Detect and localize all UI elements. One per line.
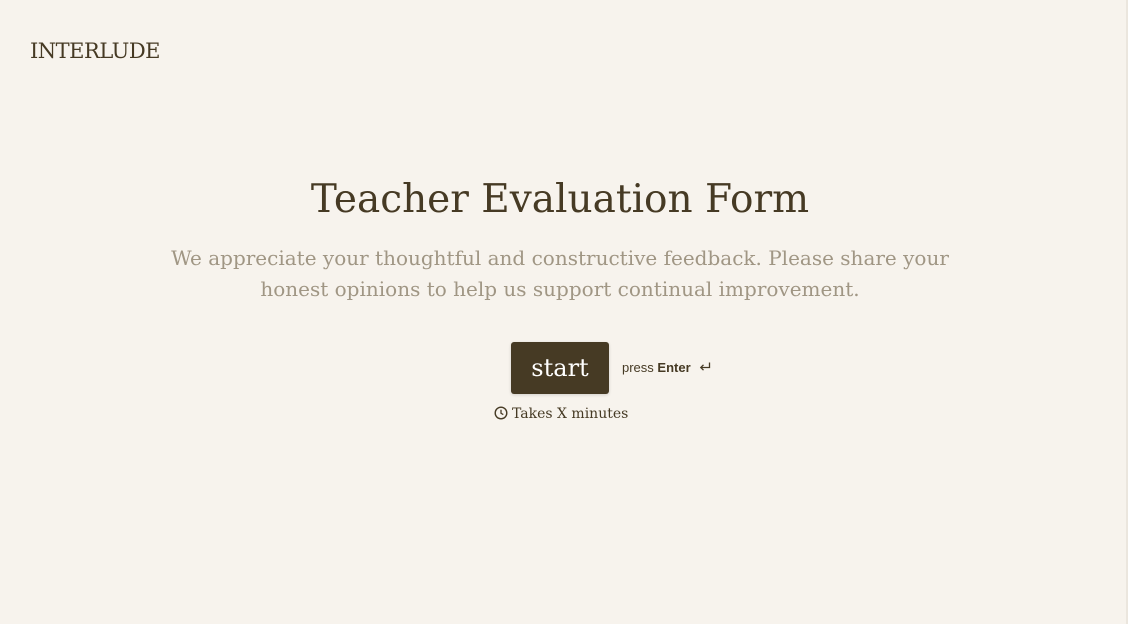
time-estimate-text: Takes X minutes xyxy=(512,406,629,422)
time-estimate: Takes X minutes xyxy=(494,404,628,424)
welcome-screen: Teacher Evaluation Form We appreciate yo… xyxy=(0,0,1128,624)
keyboard-hint: press Enter xyxy=(622,359,712,377)
form-description: We appreciate your thoughtful and constr… xyxy=(171,246,949,301)
enter-return-icon xyxy=(700,362,711,371)
hint-key: Enter xyxy=(657,360,691,375)
hint-prefix: press xyxy=(622,360,654,375)
form-title: Teacher Evaluation Form xyxy=(310,177,810,222)
start-button[interactable]: start xyxy=(511,342,609,394)
clock-icon xyxy=(494,406,508,420)
